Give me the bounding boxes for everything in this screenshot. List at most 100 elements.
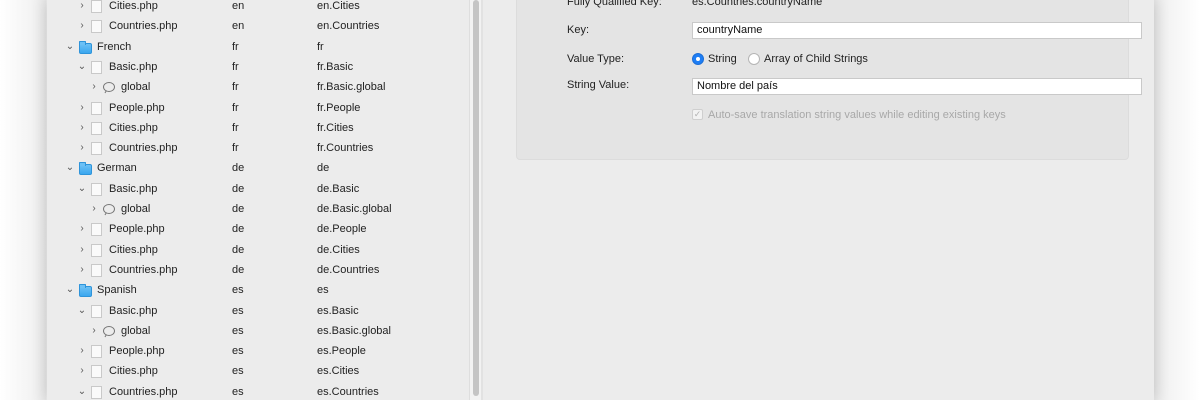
- autosave-checkbox[interactable]: ✓: [692, 109, 703, 120]
- row-name: Basic.php: [109, 60, 158, 73]
- chevron-right-icon[interactable]: ›: [89, 77, 99, 97]
- array-option-label[interactable]: Array of Child Strings: [764, 53, 868, 65]
- file-icon: [91, 304, 102, 318]
- row-key: de: [317, 162, 330, 175]
- row-key: fr.Countries: [317, 142, 374, 155]
- outline-row[interactable]: ⌄ Spanish es es: [47, 280, 469, 300]
- bubble-icon: [103, 325, 115, 336]
- row-language-code: fr: [232, 60, 239, 73]
- scrollbar-thumb[interactable]: [473, 0, 479, 396]
- outline-row[interactable]: › People.php es es.People: [47, 341, 469, 361]
- outline-row[interactable]: › Cities.php fr fr.Cities: [47, 118, 469, 138]
- bubble-icon: [103, 204, 115, 214]
- chevron-right-icon[interactable]: ›: [77, 16, 87, 36]
- row-key: es.Countries: [317, 385, 379, 398]
- outline-row[interactable]: › Cities.php es es.Cities: [47, 361, 469, 381]
- outline-row[interactable]: › Countries.php de de.Countries: [47, 260, 469, 280]
- row-key: fr.Cities: [317, 121, 354, 134]
- outline-row[interactable]: › Countries.php fr fr.Countries: [47, 138, 469, 158]
- row-language-code: es: [232, 345, 244, 358]
- file-icon: [91, 0, 102, 13]
- fqk-label: Fully Qualified Key:: [567, 0, 662, 8]
- autosave-label: Auto-save translation string values whil…: [708, 109, 1006, 121]
- outline-row[interactable]: › People.php fr fr.People: [47, 98, 469, 118]
- file-icon: [91, 142, 102, 156]
- row-language-code: en: [232, 0, 245, 12]
- row-key: fr.Basic: [317, 60, 354, 73]
- folder-icon: [79, 40, 92, 54]
- file-icon: [91, 385, 102, 399]
- chevron-right-icon[interactable]: ›: [77, 118, 87, 138]
- row-language-code: fr: [232, 40, 239, 53]
- row-name: Countries.php: [109, 385, 178, 398]
- outline-row[interactable]: ⌄ German de de: [47, 158, 469, 178]
- chevron-right-icon[interactable]: ›: [89, 321, 99, 341]
- row-name: Cities.php: [109, 365, 158, 378]
- outline-view[interactable]: › Cities.php en en.Cities › Countries.php en en…: [47, 0, 470, 400]
- outline-row[interactable]: ⌄ Basic.php es es.Basic: [47, 301, 469, 321]
- file-icon: [91, 263, 102, 277]
- outline-row[interactable]: › Cities.php de de.Cities: [47, 240, 469, 260]
- row-name: Basic.php: [109, 182, 158, 195]
- outline-row[interactable]: › global es es.Basic.global: [47, 321, 469, 341]
- row-key: de.Basic: [317, 182, 360, 195]
- folder-icon: [79, 162, 92, 176]
- row-key: en.Cities: [317, 0, 360, 12]
- row-key: es: [317, 284, 329, 297]
- row-key: fr.Basic.global: [317, 81, 386, 94]
- outline-row[interactable]: ⌄ Countries.php es es.Countries: [47, 382, 469, 400]
- chevron-right-icon[interactable]: ›: [77, 341, 87, 361]
- row-language-code: es: [232, 324, 244, 337]
- file-icon: [91, 60, 102, 74]
- chevron-right-icon[interactable]: ›: [77, 361, 87, 381]
- key-field[interactable]: countryName: [692, 22, 1142, 39]
- outline-row[interactable]: › Cities.php en en.Cities: [47, 0, 469, 16]
- string-radio[interactable]: [692, 53, 704, 65]
- chevron-right-icon[interactable]: ›: [77, 138, 87, 158]
- chevron-down-icon[interactable]: ⌄: [77, 382, 87, 400]
- row-name: Countries.php: [109, 142, 178, 155]
- row-language-code: en: [232, 20, 245, 33]
- outline-row[interactable]: › global fr fr.Basic.global: [47, 77, 469, 97]
- row-name: People.php: [109, 101, 165, 114]
- row-key: es.People: [317, 345, 366, 358]
- chevron-right-icon[interactable]: ›: [77, 0, 87, 16]
- outline-row[interactable]: ⌄ Basic.php de de.Basic: [47, 179, 469, 199]
- chevron-down-icon[interactable]: ⌄: [77, 301, 87, 321]
- chevron-right-icon[interactable]: ›: [77, 240, 87, 260]
- outline-row[interactable]: › People.php de de.People: [47, 219, 469, 239]
- chevron-down-icon[interactable]: ⌄: [65, 37, 75, 57]
- chevron-right-icon[interactable]: ›: [89, 199, 99, 219]
- row-language-code: fr: [232, 142, 239, 155]
- row-key: es.Basic.global: [317, 324, 391, 337]
- outline-row[interactable]: ⌄ Basic.php fr fr.Basic: [47, 57, 469, 77]
- row-language-code: es: [232, 365, 244, 378]
- row-name: Cities.php: [109, 243, 158, 256]
- outline-row[interactable]: › Countries.php en en.Countries: [47, 16, 469, 36]
- row-language-code: de: [232, 223, 245, 236]
- row-name: People.php: [109, 223, 165, 236]
- row-key: fr.People: [317, 101, 361, 114]
- chevron-down-icon[interactable]: ⌄: [77, 57, 87, 77]
- chevron-right-icon[interactable]: ›: [77, 98, 87, 118]
- folder-icon: [79, 284, 92, 298]
- row-name: Cities.php: [109, 0, 158, 12]
- chevron-down-icon[interactable]: ⌄: [65, 158, 75, 178]
- row-key: fr: [317, 40, 324, 53]
- value-type-label: Value Type:: [567, 53, 625, 65]
- detail-pane: Fully Qualified Key: es.Countries.countr…: [483, 0, 1154, 400]
- array-radio[interactable]: [748, 53, 760, 65]
- key-editor-panel: Fully Qualified Key: es.Countries.countr…: [516, 0, 1142, 160]
- file-icon: [91, 121, 102, 135]
- outline-row[interactable]: › global de de.Basic.global: [47, 199, 469, 219]
- chevron-right-icon[interactable]: ›: [77, 219, 87, 239]
- chevron-right-icon[interactable]: ›: [77, 260, 87, 280]
- chevron-down-icon[interactable]: ⌄: [77, 179, 87, 199]
- string-option-label[interactable]: String: [708, 53, 737, 65]
- string-value-field[interactable]: Nombre del país: [692, 78, 1142, 95]
- row-name: French: [97, 40, 132, 53]
- row-name: Countries.php: [109, 20, 178, 33]
- chevron-down-icon[interactable]: ⌄: [65, 280, 75, 300]
- row-name: Cities.php: [109, 121, 158, 134]
- outline-row[interactable]: ⌄ French fr fr: [47, 37, 469, 57]
